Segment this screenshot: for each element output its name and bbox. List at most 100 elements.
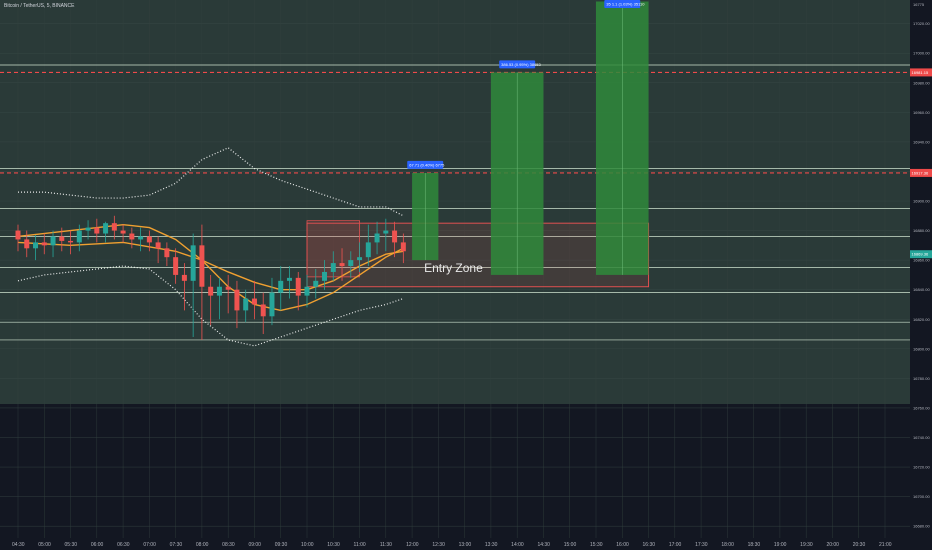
candle-body (234, 289, 240, 311)
candle-body (322, 271, 328, 281)
candle-body (59, 236, 65, 241)
candle-body (50, 236, 56, 246)
x-tick-label: 11:30 (380, 542, 392, 548)
x-tick-label: 06:30 (117, 542, 130, 548)
candle-body (129, 233, 135, 240)
candle-body (286, 277, 292, 281)
x-tick-label: 12:30 (432, 542, 445, 548)
y-tick-label: 16940.00 (913, 139, 930, 144)
x-tick-label: 07:00 (143, 542, 156, 548)
y-tick-label: 16700.00 (913, 494, 930, 499)
red-level-tag-2: 16917.36 (912, 170, 929, 175)
y-tick-label: 16960.00 (913, 110, 930, 115)
x-tick-label: 17:30 (695, 542, 708, 548)
x-tick-label: 04:30 (12, 542, 25, 548)
y-tick-label: 16800.00 (913, 346, 930, 351)
candle-body (357, 257, 363, 261)
candle-body (76, 230, 82, 243)
candle-body (330, 263, 336, 272)
candle-body (24, 239, 30, 249)
x-tick-label: 21:00 (879, 542, 892, 548)
top-price-label: 16775 (913, 2, 925, 7)
candle-body (85, 227, 91, 231)
x-tick-label: 13:00 (459, 542, 472, 548)
y-tick-label: 16860.00 (913, 258, 930, 263)
candle-body (313, 280, 319, 287)
candle-body (365, 242, 371, 258)
candle-body (225, 286, 231, 290)
y-tick-label: 16900.00 (913, 199, 930, 204)
candle-body (208, 286, 214, 296)
y-tick-label: 17000.00 (913, 51, 930, 56)
y-tick-label: 17020.00 (913, 21, 930, 26)
y-tick-label: 16820.00 (913, 317, 930, 322)
candle-body (181, 274, 187, 281)
candle-body (173, 257, 179, 275)
target-label-2: 386.53 (0.95%) 38653 (501, 62, 541, 67)
candle-body (295, 277, 301, 296)
candle-body (304, 286, 310, 296)
candle-body (94, 227, 100, 234)
x-tick-label: 20:30 (853, 542, 866, 548)
chart-root: Entry Zone 67.71 (0.40%) 6775 386.53 (0.95… (0, 0, 932, 550)
candle-body (348, 260, 354, 267)
x-tick-label: 09:30 (275, 542, 288, 548)
candle-body (278, 280, 284, 293)
candle-body (120, 230, 126, 234)
y-tick-label: 16840.00 (913, 287, 930, 292)
y-tick-label: 16740.00 (913, 435, 930, 440)
candle-body (33, 242, 39, 249)
target-label-3: 35 1.1 (1.03%) 35110 (606, 2, 645, 7)
x-tick-label: 19:30 (800, 542, 813, 548)
current-price-tag: 16869.36 (912, 252, 929, 257)
y-tick-label: 16880.00 (913, 228, 930, 233)
candle-body (269, 292, 275, 317)
candle-body (216, 286, 222, 296)
x-tick-label: 10:00 (301, 542, 314, 548)
y-tick-label: 16980.00 (913, 80, 930, 85)
candle-body (146, 236, 152, 243)
candle-body (103, 223, 109, 234)
candle-body (68, 240, 74, 243)
x-tick-label: 11:00 (354, 542, 366, 548)
target-label-1: 67.71 (0.40%) 6775 (409, 162, 445, 167)
candle-body (199, 245, 205, 287)
y-tick-label: 16680.00 (913, 524, 930, 529)
x-tick-label: 16:30 (643, 542, 656, 548)
x-tick-label: 09:00 (248, 542, 261, 548)
candle-body (260, 304, 266, 317)
x-tick-label: 15:00 (564, 542, 577, 548)
candle-body (243, 298, 249, 311)
x-tick-label: 14:00 (511, 542, 524, 548)
x-tick-label: 19:00 (774, 542, 787, 548)
x-tick-label: 18:00 (721, 542, 734, 548)
y-tick-label: 16780.00 (913, 376, 930, 381)
candle-body (164, 248, 170, 258)
candle-body (383, 230, 389, 234)
x-tick-label: 12:00 (406, 542, 419, 548)
x-tick-label: 16:00 (616, 542, 629, 548)
x-tick-label: 08:30 (222, 542, 235, 548)
candle-body (138, 236, 144, 240)
y-tick-label: 16760.00 (913, 405, 930, 410)
upper-tint (0, 0, 910, 404)
x-tick-label: 10:30 (327, 542, 340, 548)
candle-body (190, 245, 196, 281)
candle-body (374, 233, 380, 243)
symbol-header: Bitcoin / TetherUS, 5, BINANCE (4, 3, 75, 9)
candle-body (251, 298, 257, 305)
candle-body (111, 223, 117, 231)
x-tick-label: 13:30 (485, 542, 498, 548)
x-tick-label: 17:00 (669, 542, 682, 548)
trading-chart[interactable]: Entry Zone 67.71 (0.40%) 6775 386.53 (0.95… (0, 0, 932, 550)
candle-body (155, 242, 161, 249)
x-tick-label: 15:30 (590, 542, 603, 548)
candle-body (400, 242, 406, 252)
y-tick-label: 16720.00 (913, 465, 930, 470)
candle-body (392, 230, 398, 243)
x-tick-label: 07:30 (170, 542, 183, 548)
red-level-tag-1: 16981.15 (912, 70, 929, 75)
x-tick-label: 18:30 (748, 542, 761, 548)
candle-body (339, 263, 345, 267)
candle-body (15, 230, 21, 240)
